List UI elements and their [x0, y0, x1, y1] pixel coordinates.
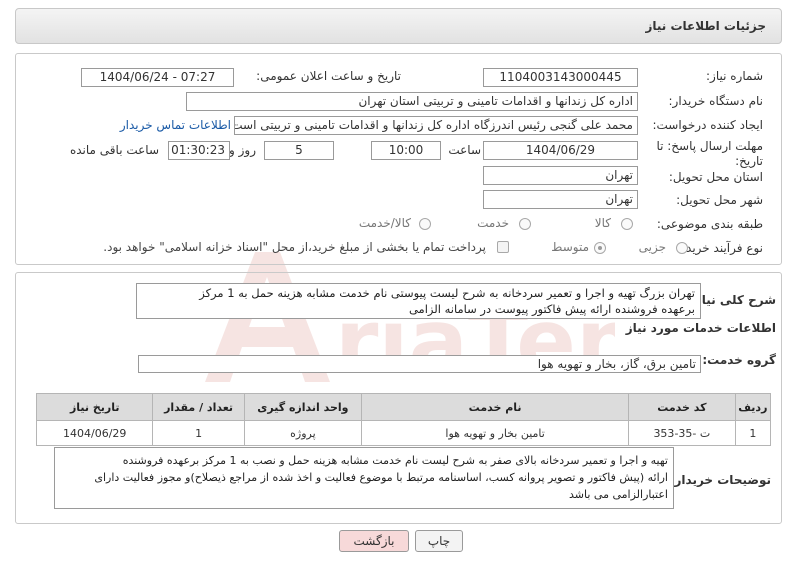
category-goods-service-radio[interactable]: [419, 218, 431, 230]
category-label: طبقه بندی موضوعی:: [656, 217, 763, 231]
days-remaining-field: 5: [264, 141, 334, 160]
summary-line-2: برعهده فروشنده ارائه پیش فاکتور پیوست در…: [408, 302, 695, 316]
cell-service-code: ت -35-353: [628, 420, 736, 446]
services-section-title: اطلاعات خدمات مورد نیاز: [625, 321, 776, 335]
category-service-label: خدمت: [477, 216, 509, 230]
summary-textarea[interactable]: تهران بزرگ تهیه و اجرا و تعمیر سردخانه ب…: [136, 283, 701, 319]
buyer-notes-line-2: ارائه (پیش فاکتور و تصویر پروانه کسب، اس…: [94, 471, 668, 484]
category-goods-service-label: کالا/خدمت: [358, 216, 411, 230]
col-service-name: نام خدمت: [361, 393, 630, 421]
remaining-time-field: 01:30:23: [168, 141, 230, 160]
city-label: شهر محل تحویل:: [676, 193, 763, 207]
page-title: جزئیات اطلاعات نیاز: [645, 19, 766, 33]
need-number-field: 1104003143000445: [483, 68, 638, 87]
cell-unit: پروژه: [243, 420, 363, 446]
service-group-label: گروه خدمت:: [702, 353, 776, 367]
buyer-notes-label: توضیحات خریدار:: [669, 473, 771, 487]
announce-date-field: 1404/06/24 - 07:27: [81, 68, 234, 87]
process-minor-label: جزیی: [638, 240, 666, 254]
buyer-contact-link[interactable]: اطلاعات تماس خریدار: [120, 118, 231, 132]
process-medium-label: متوسط: [551, 240, 589, 254]
summary-label: شرح کلی نیاز:: [690, 293, 776, 307]
col-row-number: ردیف: [734, 393, 772, 421]
services-table-header: ردیف کد خدمت نام خدمت واحد اندازه گیری ت…: [35, 393, 772, 421]
col-quantity: تعداد / مقدار: [152, 393, 245, 421]
deadline-time-field: 10:00: [371, 141, 441, 160]
buyer-notes-line-1: تهیه و اجرا و تعمیر سردخانه بالای صفر به…: [122, 454, 668, 467]
deadline-label: مهلت ارسال پاسخ: تا: [656, 139, 763, 153]
need-info-panel: شماره نیاز: 1104003143000445 تاریخ و ساع…: [15, 53, 782, 265]
remaining-time-label: ساعت باقی مانده: [69, 143, 159, 157]
buyer-notes-textarea[interactable]: تهیه و اجرا و تعمیر سردخانه بالای صفر به…: [54, 447, 674, 509]
cell-need-date: 1404/06/29: [35, 420, 154, 446]
cell-service-name: تامین بخار و تهویه هوا: [361, 420, 630, 446]
city-field: تهران: [483, 190, 638, 209]
buyer-org-label: نام دستگاه خریدار:: [668, 94, 764, 108]
process-medium-radio[interactable]: [594, 242, 606, 254]
category-service-radio[interactable]: [519, 218, 531, 230]
need-number-label: شماره نیاز:: [706, 69, 763, 83]
print-button[interactable]: چاپ: [415, 530, 463, 552]
deadline-date-field: 1404/06/29: [483, 141, 638, 160]
col-service-code: کد خدمت: [628, 393, 736, 421]
process-minor-radio[interactable]: [676, 242, 688, 254]
days-label: روز و: [229, 143, 256, 157]
back-button[interactable]: بازگشت: [339, 530, 409, 552]
service-group-field: تامین برق، گاز، بخار و تهویه هوا: [138, 355, 701, 373]
buyer-notes-line-3: اعتبارالزامی می باشد: [569, 488, 668, 501]
services-table: ردیف کد خدمت نام خدمت واحد اندازه گیری ت…: [35, 393, 772, 446]
payment-note: پرداخت تمام یا بخشی از مبلغ خرید،از محل …: [103, 240, 486, 254]
buyer-org-field: اداره کل زندانها و اقدامات تامینی و تربی…: [186, 92, 638, 111]
cell-row-number: 1: [734, 420, 772, 446]
summary-line-1: تهران بزرگ تهیه و اجرا و تعمیر سردخانه ب…: [199, 286, 695, 300]
category-goods-radio[interactable]: [621, 218, 633, 230]
process-type-label: نوع فرآیند خرید :: [678, 241, 763, 255]
need-details-panel: شرح کلی نیاز: تهران بزرگ تهیه و اجرا و ت…: [15, 272, 782, 524]
creator-label: ایجاد کننده درخواست:: [652, 118, 763, 132]
col-need-date: تاریخ نیاز: [35, 393, 154, 421]
deadline-date-label: تاریخ:: [735, 154, 763, 168]
announce-date-label: تاریخ و ساعت اعلان عمومی:: [256, 69, 401, 83]
creator-field: محمد علی گنجی رئیس اندرزگاه اداره کل زند…: [234, 116, 638, 135]
category-goods-label: کالا: [594, 216, 611, 230]
cell-quantity: 1: [152, 420, 245, 446]
treasury-checkbox[interactable]: [497, 241, 509, 253]
col-unit: واحد اندازه گیری: [243, 393, 363, 421]
page-header: جزئیات اطلاعات نیاز: [15, 8, 782, 44]
province-field: تهران: [483, 166, 638, 185]
province-label: استان محل تحویل:: [668, 170, 763, 184]
deadline-time-label: ساعت: [448, 143, 481, 157]
table-row: 1 ت -35-353 تامین بخار و تهویه هوا پروژه…: [35, 420, 772, 446]
